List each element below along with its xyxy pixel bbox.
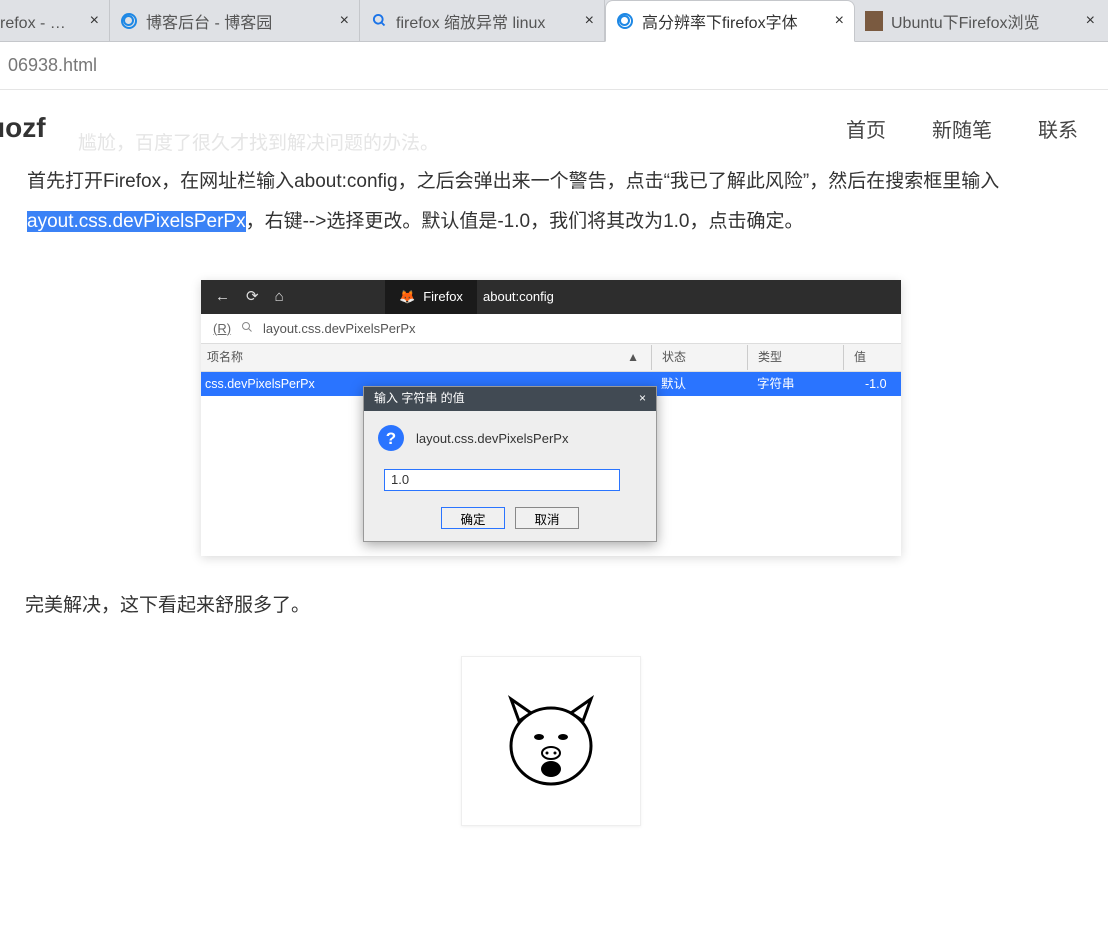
url-bar[interactable]: 06938.html bbox=[0, 42, 1108, 90]
article-body: 首先打开Firefox，在网址栏输入about:config，之后会弹出来一个警… bbox=[0, 162, 1108, 866]
nav-contact[interactable]: 联系 bbox=[1038, 114, 1078, 143]
cnblogs-icon bbox=[616, 12, 634, 30]
col-status[interactable]: 状态 bbox=[651, 345, 747, 370]
embedded-firefox-window: ← ⟳ ⌂ 🦊 Firefox about:config (R) layout.… bbox=[201, 280, 901, 556]
ghost-text: 尴尬，百度了很久才找到解决问题的办法。 bbox=[78, 128, 439, 155]
browser-tab-strip: refox - 博客 × 博客后台 - 博客园 × firefox 缩放异常 l… bbox=[0, 0, 1108, 42]
home-icon[interactable]: ⌂ bbox=[275, 281, 284, 313]
meme-image bbox=[461, 656, 641, 826]
dialog-body: ? layout.css.devPixelsPerPx 确定 取消 bbox=[364, 411, 656, 542]
cnblogs-icon bbox=[120, 12, 138, 30]
dialog-titlebar: 输入 字符串 的值 × bbox=[364, 387, 656, 411]
cancel-button[interactable]: 取消 bbox=[515, 507, 579, 529]
url-text: 06938.html bbox=[8, 55, 97, 76]
tab-title: Ubuntu下Firefox浏览 bbox=[891, 9, 1072, 33]
search-query[interactable]: layout.css.devPixelsPerPx bbox=[263, 315, 415, 342]
row-type: 字符串 bbox=[747, 371, 843, 397]
highlighted-pref: ayout.css.devPixelsPerPx bbox=[27, 211, 246, 232]
firefox-address[interactable]: about:config bbox=[469, 280, 568, 314]
firefox-tab[interactable]: 🦊 Firefox bbox=[385, 280, 477, 314]
close-icon[interactable]: × bbox=[1080, 12, 1095, 30]
search-icon bbox=[370, 12, 388, 30]
config-body: 输入 字符串 的值 × ? layout.css.devPixelsPerPx … bbox=[201, 396, 901, 556]
question-icon: ? bbox=[378, 425, 404, 451]
tab-2[interactable]: 博客后台 - 博客园 × bbox=[110, 0, 360, 41]
row-status: 默认 bbox=[651, 371, 747, 397]
tab-title: 高分辨率下firefox字体 bbox=[642, 9, 821, 33]
tab-title: 博客后台 - 博客园 bbox=[146, 9, 326, 33]
tab-3[interactable]: firefox 缩放异常 linux × bbox=[360, 0, 605, 41]
back-icon[interactable]: ← bbox=[215, 281, 230, 313]
dialog-value-input[interactable] bbox=[384, 469, 620, 491]
p1-text-a: 首先打开Firefox，在网址栏输入about:config，之后会弹出来一个警… bbox=[27, 171, 999, 192]
search-icon bbox=[241, 315, 253, 342]
config-table-header: 项名称 ▲ 状态 类型 值 bbox=[201, 344, 901, 372]
sort-asc-icon: ▲ bbox=[627, 345, 639, 370]
col-name[interactable]: 项名称 ▲ bbox=[201, 345, 651, 370]
dialog-title: 输入 字符串 的值 bbox=[374, 386, 465, 411]
site-nav: 首页 新随笔 联系 bbox=[846, 114, 1078, 143]
firefox-tab-label: Firefox bbox=[423, 283, 463, 310]
paragraph-1: 首先打开Firefox，在网址栏输入about:config，之后会弹出来一个警… bbox=[0, 162, 1102, 242]
row-value: -1.0 bbox=[843, 371, 901, 397]
nav-new-post[interactable]: 新随笔 bbox=[932, 114, 992, 143]
close-icon[interactable]: × bbox=[579, 12, 594, 30]
tab-title: firefox 缩放异常 linux bbox=[396, 9, 571, 33]
firefox-toolbar: ← ⟳ ⌂ 🦊 Firefox about:config bbox=[201, 280, 901, 314]
close-icon[interactable]: × bbox=[829, 12, 844, 30]
paragraph-2: 完美解决，这下看起来舒服多了。 bbox=[0, 586, 1102, 626]
p1-text-b: ，右键-->选择更改。默认值是-1.0，我们将其改为1.0，点击确定。 bbox=[246, 211, 804, 232]
site-logo[interactable]: uozf bbox=[0, 112, 46, 144]
tab-5[interactable]: Ubuntu下Firefox浏览 × bbox=[855, 0, 1105, 41]
dialog-label-row: ? layout.css.devPixelsPerPx bbox=[378, 425, 642, 452]
tab-4-active[interactable]: 高分辨率下firefox字体 × bbox=[605, 0, 855, 42]
nav-buttons: ← ⟳ ⌂ bbox=[201, 280, 298, 314]
avatar-icon bbox=[865, 12, 883, 30]
recent-label: (R) bbox=[213, 315, 231, 342]
edit-value-dialog: 输入 字符串 的值 × ? layout.css.devPixelsPerPx … bbox=[363, 386, 657, 543]
ok-button[interactable]: 确定 bbox=[441, 507, 505, 529]
col-name-label: 项名称 bbox=[207, 345, 243, 370]
tab-title: refox - 博客 bbox=[0, 9, 76, 33]
tab-1[interactable]: refox - 博客 × bbox=[0, 0, 110, 41]
col-type[interactable]: 类型 bbox=[747, 345, 843, 370]
reload-icon[interactable]: ⟳ bbox=[246, 281, 259, 313]
col-value[interactable]: 值 bbox=[843, 345, 901, 370]
close-icon[interactable]: × bbox=[334, 12, 349, 30]
dialog-pref-label: layout.css.devPixelsPerPx bbox=[416, 425, 568, 452]
nav-home[interactable]: 首页 bbox=[846, 114, 886, 143]
close-icon[interactable]: × bbox=[84, 12, 99, 30]
close-icon[interactable]: × bbox=[639, 386, 646, 411]
config-search-bar: (R) layout.css.devPixelsPerPx bbox=[201, 314, 901, 344]
firefox-icon: 🦊 bbox=[399, 283, 415, 310]
dialog-buttons: 确定 取消 bbox=[378, 507, 642, 529]
